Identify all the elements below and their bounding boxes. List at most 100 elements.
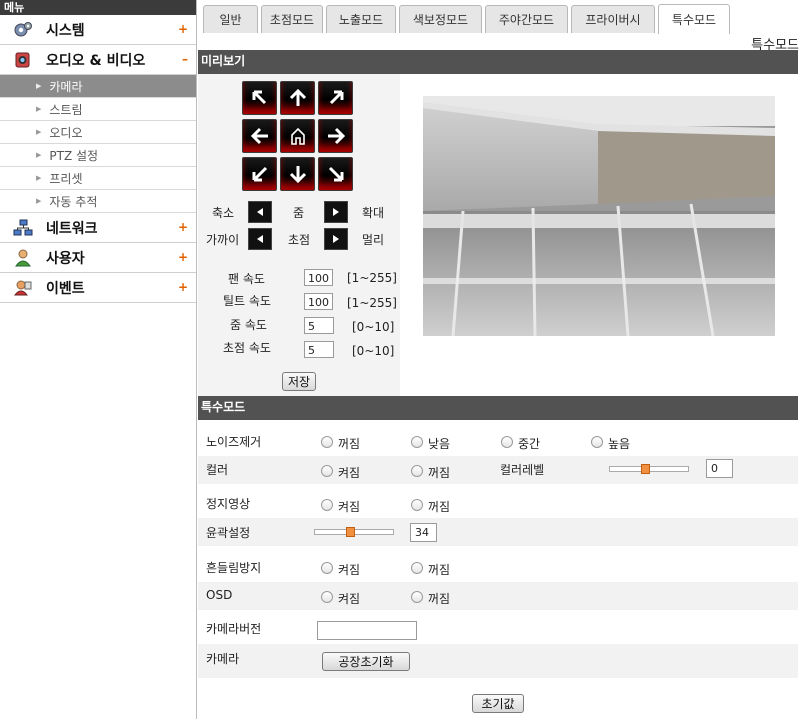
stabilization-on-radio[interactable]: [321, 562, 333, 574]
osd-on-radio[interactable]: [321, 591, 333, 603]
sidebar-item-stream[interactable]: ▶ 스트림: [0, 98, 196, 121]
camera-icon: [12, 50, 34, 70]
tab-privacy[interactable]: 프라이버시: [571, 5, 655, 33]
triangle-right-icon: [333, 208, 339, 216]
menu-audio-video[interactable]: 오디오 & 비디오 –: [0, 45, 196, 75]
arrow-right-icon: [327, 127, 345, 145]
focus-near-button[interactable]: [248, 228, 272, 250]
ptz-right-button[interactable]: [318, 119, 353, 153]
edge-setting-input[interactable]: 34: [410, 523, 437, 542]
stabilization-on-label: 켜짐: [338, 563, 361, 577]
arrow-right-icon: ▶: [36, 197, 42, 205]
ptz-down-left-button[interactable]: [242, 157, 277, 191]
edge-setting-label: 윤곽설정: [206, 526, 251, 540]
stabilization-label: 흔들림방지: [206, 561, 262, 575]
camera-version-field[interactable]: [317, 621, 417, 640]
osd-off-label: 꺼짐: [428, 592, 451, 606]
still-off-radio[interactable]: [411, 499, 423, 511]
menu-user[interactable]: 사용자 +: [0, 243, 196, 273]
color-off-label: 꺼짐: [428, 466, 451, 480]
ptz-down-button[interactable]: [280, 157, 315, 191]
tab-bar: 일반 초점모드 노출모드 색보정모드 주야간모드 프라이버시 특수모드: [197, 0, 803, 34]
focus-speed-label: 초점 속도: [223, 341, 271, 355]
menu-system-label: 시스템: [46, 22, 85, 39]
menu-audio-video-label: 오디오 & 비디오: [46, 52, 146, 69]
noise-high-radio[interactable]: [591, 436, 603, 448]
pan-speed-label: 팬 속도: [228, 272, 265, 286]
menu-network[interactable]: 네트워크 +: [0, 213, 196, 243]
zoom-in-label: 확대: [362, 206, 385, 220]
tab-exposure-mode[interactable]: 노출모드: [326, 5, 396, 33]
menu-audio-video-collapse-icon[interactable]: –: [182, 52, 188, 66]
sidebar-item-ptz-settings[interactable]: ▶ PTZ 설정: [0, 144, 196, 167]
zoom-speed-input[interactable]: 5: [304, 317, 334, 334]
noise-medium-radio[interactable]: [501, 436, 513, 448]
stabilization-off-radio[interactable]: [411, 562, 423, 574]
tab-special-mode[interactable]: 특수모드: [658, 4, 730, 34]
sidebar-item-preset[interactable]: ▶ 프리셋: [0, 167, 196, 190]
menu-event-expand-icon[interactable]: +: [178, 280, 188, 294]
zoom-out-button[interactable]: [248, 201, 272, 223]
ptz-up-button[interactable]: [280, 81, 315, 115]
osd-off-radio[interactable]: [411, 591, 423, 603]
save-button[interactable]: 저장: [282, 372, 316, 391]
zoom-speed-label: 줌 속도: [230, 318, 267, 332]
menu-system[interactable]: 시스템 +: [0, 15, 196, 45]
focus-far-label: 멀리: [362, 233, 385, 247]
arrow-down-icon: [289, 166, 306, 184]
ptz-up-right-button[interactable]: [318, 81, 353, 115]
still-on-radio[interactable]: [321, 499, 333, 511]
zoom-speed-range: [0~10]: [352, 320, 395, 334]
tab-focus-mode[interactable]: 초점모드: [261, 5, 323, 33]
focus-far-button[interactable]: [324, 228, 348, 250]
edge-setting-slider[interactable]: [314, 527, 394, 537]
arrow-up-icon: [289, 88, 306, 106]
sidebar-item-audio[interactable]: ▶ 오디오: [0, 121, 196, 144]
noise-off-label: 꺼짐: [338, 437, 361, 451]
edge-setting-slider-thumb[interactable]: [346, 527, 355, 537]
focus-speed-input[interactable]: 5: [304, 341, 334, 358]
osd-on-label: 켜짐: [338, 592, 361, 606]
color-level-input[interactable]: 0: [706, 459, 733, 478]
color-level-slider-thumb[interactable]: [641, 464, 650, 474]
ptz-home-button[interactable]: [280, 119, 315, 153]
zoom-in-button[interactable]: [324, 201, 348, 223]
pan-speed-range: [1~255]: [347, 271, 397, 285]
menu-user-expand-icon[interactable]: +: [178, 250, 188, 264]
camera-version-row: 카메라버전: [198, 614, 798, 644]
pan-speed-input[interactable]: 100: [304, 269, 333, 286]
event-icon: [12, 278, 34, 298]
tab-day-night-mode[interactable]: 주야간모드: [485, 5, 568, 33]
noise-off-radio[interactable]: [321, 436, 333, 448]
sidebar-item-label: 프리셋: [49, 171, 83, 186]
color-off-radio[interactable]: [411, 465, 423, 477]
menu-system-expand-icon[interactable]: +: [178, 22, 188, 36]
menu-event[interactable]: 이벤트 +: [0, 273, 196, 303]
sidebar-item-camera[interactable]: ▶ 카메라: [0, 75, 196, 98]
focus-near-label: 가까이: [206, 233, 240, 247]
ptz-down-right-button[interactable]: [318, 157, 353, 191]
tab-color-correction-mode[interactable]: 색보정모드: [399, 5, 482, 33]
noise-low-radio[interactable]: [411, 436, 423, 448]
menu-network-expand-icon[interactable]: +: [178, 220, 188, 234]
user-icon: [12, 248, 34, 268]
arrow-right-icon: ▶: [36, 151, 42, 159]
tab-general[interactable]: 일반: [203, 5, 258, 33]
camera-reset-row: 카메라 공장초기화: [198, 644, 798, 678]
edge-setting-row: 윤곽설정 34: [198, 518, 798, 546]
default-button[interactable]: 초기값: [472, 694, 524, 713]
menu-header: 메뉴: [0, 0, 196, 15]
color-on-radio[interactable]: [321, 465, 333, 477]
sidebar-item-auto-tracking[interactable]: ▶ 자동 추적: [0, 190, 196, 213]
still-image-row: 정지영상 켜짐 꺼짐: [198, 490, 798, 518]
focus-speed-range: [0~10]: [352, 344, 395, 358]
ptz-up-left-button[interactable]: [242, 81, 277, 115]
menu-network-label: 네트워크: [46, 220, 98, 237]
tilt-speed-label: 틸트 속도: [223, 294, 271, 308]
ptz-left-button[interactable]: [242, 119, 277, 153]
tilt-speed-input[interactable]: 100: [304, 293, 333, 310]
color-level-slider[interactable]: [609, 464, 689, 474]
arrow-up-right-icon: [329, 90, 343, 105]
factory-reset-button[interactable]: 공장초기화: [322, 652, 410, 671]
arrow-left-icon: [250, 127, 268, 145]
